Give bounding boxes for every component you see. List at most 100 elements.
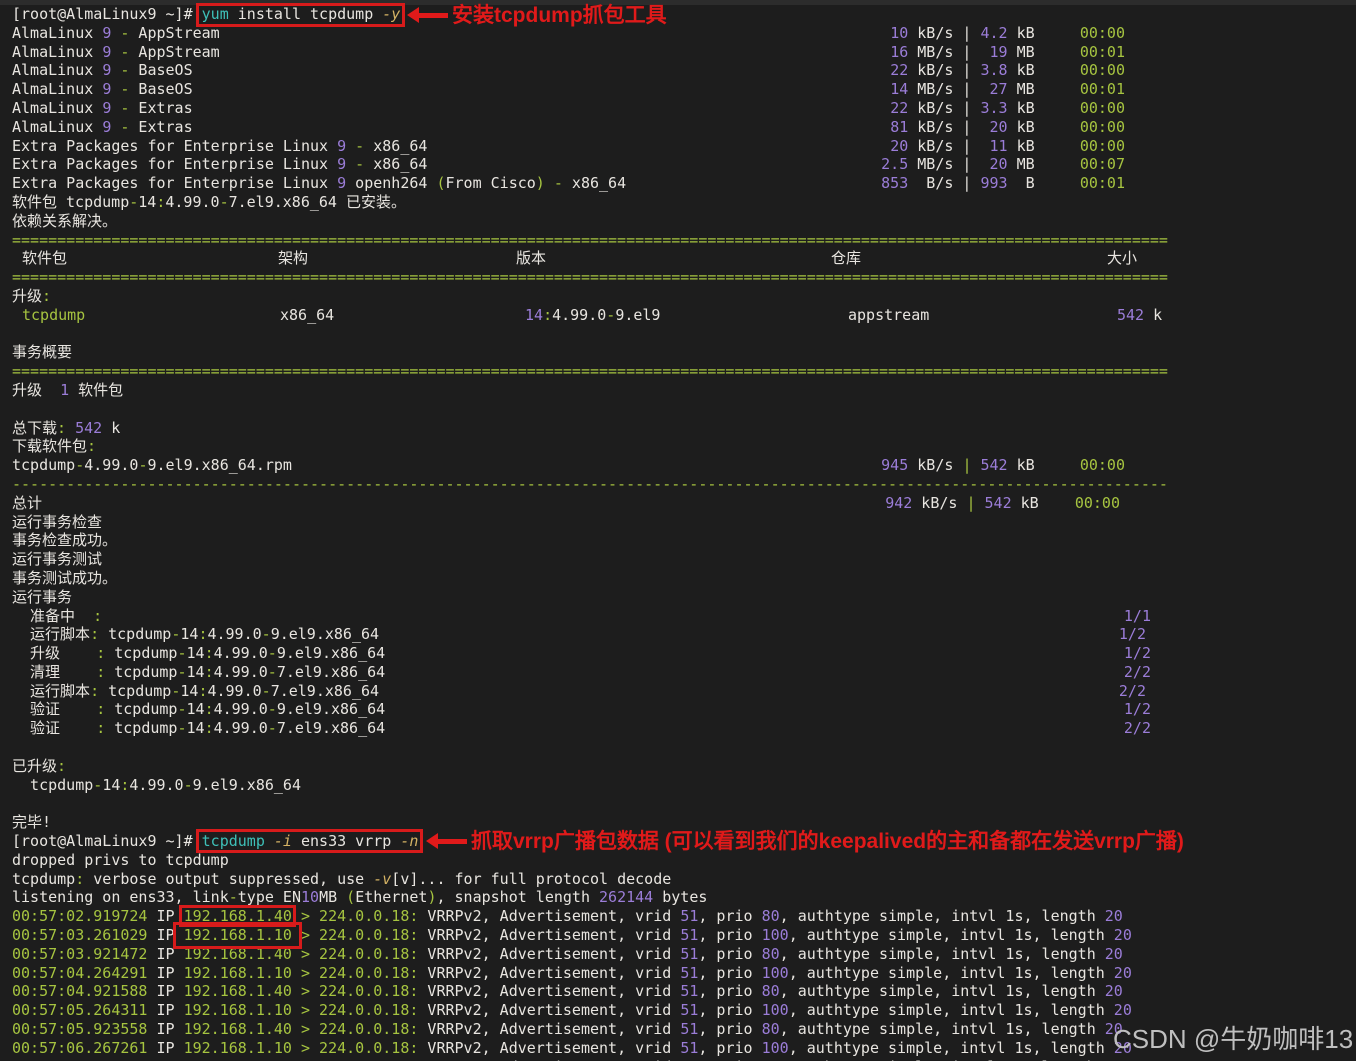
terminal-text-segment: 192.168.1.10 > 224.0.0.18: <box>184 1039 419 1057</box>
terminal-line: 事务测试成功。 <box>12 569 1356 588</box>
terminal-line: 已升级: <box>12 757 1356 776</box>
terminal-text-segment: , snapshot length <box>436 888 599 906</box>
terminal-text-segment: 3.3 <box>981 99 1008 117</box>
terminal-text-segment: 9 <box>102 80 111 98</box>
terminal-text-segment: kB <box>1012 494 1075 512</box>
terminal-text-segment: 验证 <box>12 700 96 718</box>
terminal-text-segment: 14 <box>102 776 120 794</box>
terminal-line: 运行事务 <box>12 588 1356 607</box>
terminal-line: tcpdump-14:4.99.0-9.el9.x86_64 <box>12 776 1356 795</box>
terminal-text-segment: 16 <box>890 43 908 61</box>
terminal-text-segment: : <box>205 644 214 662</box>
terminal-text-segment: 1 <box>60 381 69 399</box>
terminal-text-segment: [v]... for full protocol decode <box>391 870 671 888</box>
terminal-text-segment: Extras <box>129 99 192 117</box>
terminal-text-segment: 00:01 <box>1080 43 1125 61</box>
terminal-text-segment: , prio <box>698 926 761 944</box>
terminal-text-segment: , prio <box>698 1039 761 1057</box>
terminal-text-segment: : <box>75 870 84 888</box>
terminal-table-cell: 架构 <box>278 249 308 268</box>
terminal-text-segment: 运行事务检查 <box>12 513 102 531</box>
terminal-text-segment: 7.el9.x86_64 <box>277 663 385 681</box>
terminal-text-segment: tcpdump <box>22 306 85 324</box>
terminal-text-segment: : <box>42 287 51 305</box>
terminal-text-segment: : <box>90 625 99 643</box>
terminal-text-segment: tcpdump <box>12 456 75 474</box>
terminal-text-segment: 14 <box>138 193 156 211</box>
terminal-text-segment: 4.99.0 <box>214 719 268 737</box>
terminal-text-segment: IP <box>147 926 183 944</box>
terminal-line: 准备中 :1/1 <box>12 607 1356 626</box>
terminal-text-segment: 27 <box>990 80 1008 98</box>
terminal-text-segment: 2/2 <box>1124 719 1151 737</box>
terminal-text-segment: , prio <box>698 1020 761 1038</box>
terminal-text-segment: , prio <box>698 964 761 982</box>
terminal-text-segment: Extra Packages for Enterprise Linux <box>12 137 337 155</box>
terminal-text-segment: - <box>75 456 84 474</box>
terminal-text-segment: kB/s | <box>908 118 989 136</box>
terminal-text-segment: 00:00 <box>1080 456 1125 474</box>
terminal-line: ----------------------------------------… <box>12 475 1356 494</box>
terminal-right-column: 2/2 <box>1124 663 1151 682</box>
terminal-text-segment: : <box>93 607 102 625</box>
terminal-text-segment: 20 <box>1105 1058 1123 1061</box>
terminal-text-segment: 7.el9.x86_64 <box>277 719 385 737</box>
terminal-text-segment: Ethernet <box>355 888 427 906</box>
terminal-line: Extra Packages for Enterprise Linux 9 op… <box>12 174 1356 193</box>
terminal-text-segment <box>881 61 890 79</box>
terminal-text-segment: 9 <box>337 155 346 173</box>
terminal-text-segment: , prio <box>698 1058 761 1061</box>
terminal-text-segment: : <box>205 700 214 718</box>
terminal-text-segment <box>881 43 890 61</box>
terminal-text-segment: AlmaLinux <box>12 99 102 117</box>
terminal-text-segment: 20 <box>1114 1001 1132 1019</box>
terminal-right-column: 853 B/s | 993 B 00:01 <box>881 174 1125 193</box>
terminal-text-segment: , authtype simple, intvl 1s, length <box>789 964 1114 982</box>
terminal-text-segment: 00:00 <box>1080 61 1125 79</box>
terminal-text-segment: : <box>87 437 96 455</box>
terminal-text-segment: 事务概要 <box>12 343 72 361</box>
terminal-text-segment: 20 <box>1114 964 1132 982</box>
terminal-line: ========================================… <box>12 268 1356 287</box>
terminal-text-segment: 9.el9.x86_64 <box>193 776 301 794</box>
terminal-text-segment: IP <box>147 1039 183 1057</box>
terminal-right-column: 1/1 <box>1124 607 1151 626</box>
terminal-text-segment: install tcpdump <box>229 5 383 23</box>
terminal-text-segment: From Cisco <box>445 174 535 192</box>
terminal-text-segment <box>881 118 890 136</box>
terminal-text-segment: 192.168.1.40 > 224.0.0.18: <box>184 982 419 1000</box>
terminal-text-segment: 9 <box>102 118 111 136</box>
terminal-line: ========================================… <box>12 362 1356 381</box>
terminal-text-segment: 00:57:03.261029 <box>12 926 147 944</box>
terminal-text-segment: tcpdump <box>105 719 177 737</box>
terminal-text-segment: -y <box>382 5 400 23</box>
terminal-text-segment: AppStream <box>129 24 219 42</box>
terminal-text-segment: [root@AlmaLinux9 ~]# <box>12 832 202 850</box>
terminal-text-segment: 14 <box>187 719 205 737</box>
terminal-line: 00:57:05.923558 IP 192.168.1.40 > 224.0.… <box>12 1020 1356 1039</box>
terminal-text-segment: : <box>57 419 66 437</box>
terminal-text-segment: 10 <box>301 888 319 906</box>
terminal-text-segment: 升级 <box>12 287 42 305</box>
terminal-text-segment: 下载软件包 <box>12 437 87 455</box>
terminal-text-segment: Extra Packages for Enterprise Linux <box>12 155 337 173</box>
terminal-text-segment: ========================================… <box>12 362 1168 380</box>
terminal-text-segment: 22 <box>890 61 908 79</box>
terminal-text-segment <box>881 24 890 42</box>
terminal-line: tcpdump-4.99.0-9.el9.x86_64.rpm945 kB/s … <box>12 456 1356 475</box>
terminal-text-segment: , authtype simple, intvl 1s, length <box>789 926 1114 944</box>
terminal-text-segment: 9.el9.x86_64 <box>277 644 385 662</box>
terminal-text-segment: 14 <box>187 700 205 718</box>
terminal-text-segment <box>881 137 890 155</box>
terminal-text-segment: : <box>205 663 214 681</box>
terminal-text-segment: tcpdump <box>99 682 171 700</box>
terminal-text-segment: , authtype simple, intvl 1s, length <box>780 907 1105 925</box>
terminal-line: 下载软件包: <box>12 437 1356 456</box>
terminal-text-segment: 2/2 <box>1119 682 1146 700</box>
terminal-text-segment: : <box>543 306 552 324</box>
terminal-text-segment: 版本 <box>516 249 546 267</box>
terminal-screen[interactable]: [root@AlmaLinux9 ~]# yum install tcpdump… <box>0 5 1356 1061</box>
terminal-text-segment: 9 <box>102 99 111 117</box>
terminal-text-segment: kB <box>1008 137 1080 155</box>
terminal-line: 00:57:06.925923 IP 192.168.1.40 > 224.0.… <box>12 1058 1356 1061</box>
